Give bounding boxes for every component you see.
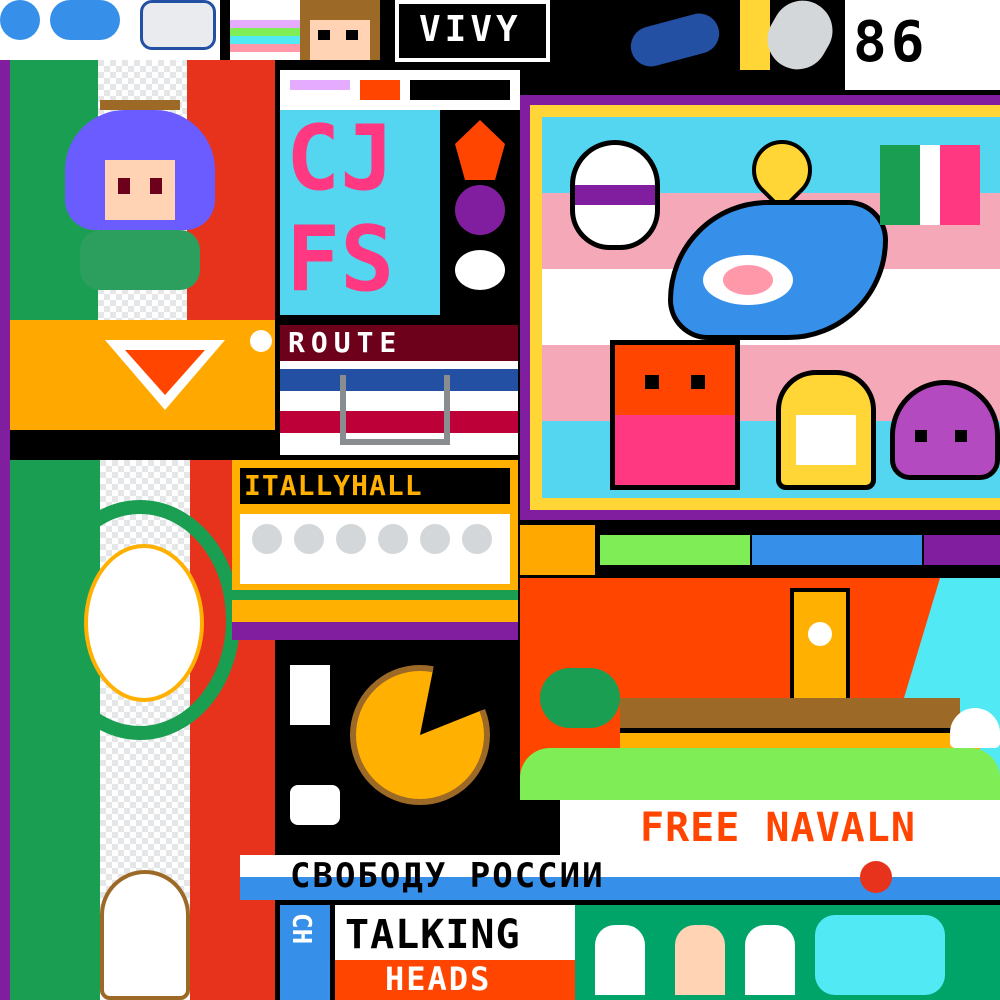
bird-icon <box>100 870 190 1000</box>
face-tile <box>300 0 380 60</box>
egg-icon <box>570 140 660 250</box>
pixel-canvas[interactable]: VIVY 86 CJ FS ROUTE ITALLYHALL FREE NAVA… <box>0 0 1000 1000</box>
vivy-label: VIVY <box>419 9 522 50</box>
heads-label: HEADS <box>385 960 492 998</box>
itallyhall-label: ITALLYHALL <box>244 469 423 502</box>
counter-box: 86 <box>845 0 955 90</box>
counter-label: 86 <box>853 10 929 75</box>
palm-tree-icon <box>540 668 620 728</box>
cat-icon <box>610 340 740 490</box>
ch-label: CH <box>286 913 316 945</box>
vivy-box: VIVY <box>395 0 550 62</box>
heart-icon <box>860 861 892 893</box>
anime-girl-icon <box>40 90 240 300</box>
free-navalny-label: FREE NAVALN <box>640 805 916 851</box>
itallyhall-panel: ITALLYHALL <box>232 460 518 640</box>
cjfs-top-label: CJ <box>286 110 395 211</box>
pride-strip-mid <box>520 525 1000 575</box>
top-left-art <box>0 0 220 60</box>
pride-strip-top <box>280 70 520 110</box>
cjfs-block: CJ FS <box>280 110 440 315</box>
svobodu-label: СВОБОДУ РОССИИ <box>290 856 605 896</box>
talking-heads-tile: TALKING HEADS <box>335 905 575 1000</box>
chibi-characters <box>575 905 1000 1000</box>
rainbow-flag-small <box>230 0 300 60</box>
pizza-icon <box>350 665 490 805</box>
heart-icon <box>250 330 272 352</box>
svobodu-banner: СВОБОДУ РОССИИ <box>240 855 1000 900</box>
route-label: ROUTE <box>288 326 403 359</box>
cjfs-bottom-label: FS <box>286 207 395 312</box>
blonde-girl-icon <box>776 370 876 490</box>
ch-tile: CH <box>280 905 330 1000</box>
small-icons-column <box>440 110 518 315</box>
aro-flag-mini <box>880 145 980 225</box>
talking-label: TALKING <box>345 912 521 958</box>
free-navalny-banner: FREE NAVALN <box>520 800 1000 855</box>
landscape-panel <box>520 578 1000 800</box>
clock-tower-icon <box>790 588 850 708</box>
orange-v-banner <box>10 320 275 430</box>
top-right-art <box>560 0 845 90</box>
slime-icon <box>890 380 1000 480</box>
pizza-panel <box>280 645 518 835</box>
wreath-icon <box>40 500 240 740</box>
route-banner: ROUTE <box>280 325 518 455</box>
